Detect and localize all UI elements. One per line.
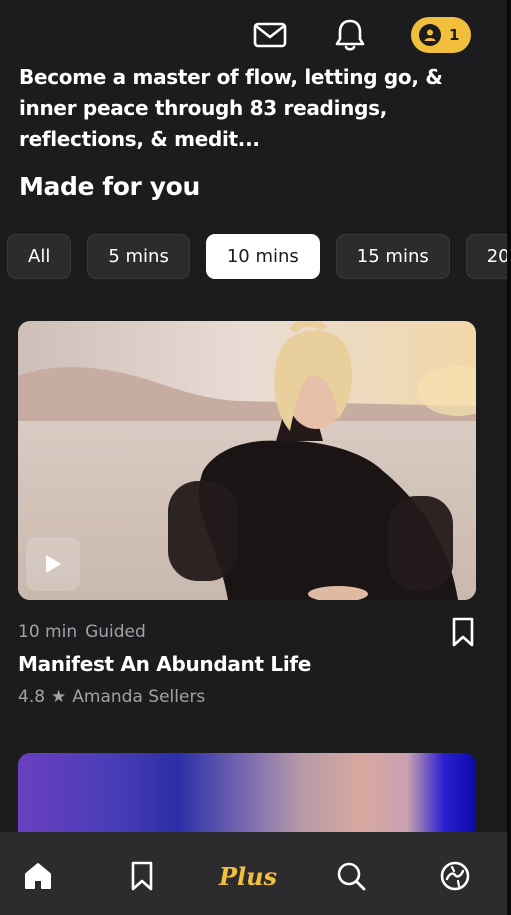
bookmark-icon[interactable] bbox=[448, 616, 478, 648]
filter-chip-all[interactable]: All bbox=[7, 234, 72, 279]
card-title[interactable]: Manifest An Abundant Life bbox=[18, 652, 311, 676]
search-icon[interactable] bbox=[331, 856, 371, 896]
thumbnail-photo bbox=[18, 321, 476, 600]
filter-chip-20-mins[interactable]: 20 mins bbox=[465, 234, 511, 279]
plus-tab[interactable]: Plus bbox=[219, 856, 277, 896]
filter-chip-10-mins[interactable]: 10 mins bbox=[205, 234, 320, 279]
card-thumbnail[interactable] bbox=[18, 321, 476, 600]
bottom-nav: Plus bbox=[0, 832, 511, 915]
profile-count: 1 bbox=[449, 26, 460, 44]
top-bar: 1 bbox=[0, 14, 511, 56]
card-duration: 10 min bbox=[18, 622, 78, 642]
card-author[interactable]: Amanda Sellers bbox=[72, 687, 205, 707]
home-icon[interactable] bbox=[18, 856, 58, 896]
play-button[interactable] bbox=[26, 537, 80, 591]
filter-chip-5-mins[interactable]: 5 mins bbox=[87, 234, 190, 279]
card-rating-row: 4.8 ★ Amanda Sellers bbox=[18, 687, 205, 707]
screen: 1 Become a master of flow, letting go, &… bbox=[0, 0, 511, 915]
collection-description: Become a master of flow, letting go, & i… bbox=[19, 65, 443, 151]
section-title: Made for you bbox=[19, 172, 200, 201]
bell-icon[interactable] bbox=[331, 16, 369, 54]
profile-button[interactable]: 1 bbox=[411, 17, 471, 53]
card-meta: 10 min Guided bbox=[18, 622, 146, 642]
filter-chip-15-mins[interactable]: 15 mins bbox=[335, 234, 450, 279]
star-icon: ★ bbox=[51, 687, 67, 707]
mail-icon[interactable] bbox=[251, 16, 289, 54]
user-icon bbox=[419, 24, 441, 46]
play-icon bbox=[46, 555, 61, 573]
saved-tab-bookmark-icon[interactable] bbox=[122, 856, 162, 896]
card-rating: 4.8 bbox=[18, 687, 46, 707]
explore-icon[interactable] bbox=[435, 856, 475, 896]
screen-edge bbox=[507, 0, 511, 915]
card-type: Guided bbox=[85, 622, 146, 642]
duration-filters: All 5 mins 10 mins 15 mins 20 mins bbox=[7, 234, 511, 279]
